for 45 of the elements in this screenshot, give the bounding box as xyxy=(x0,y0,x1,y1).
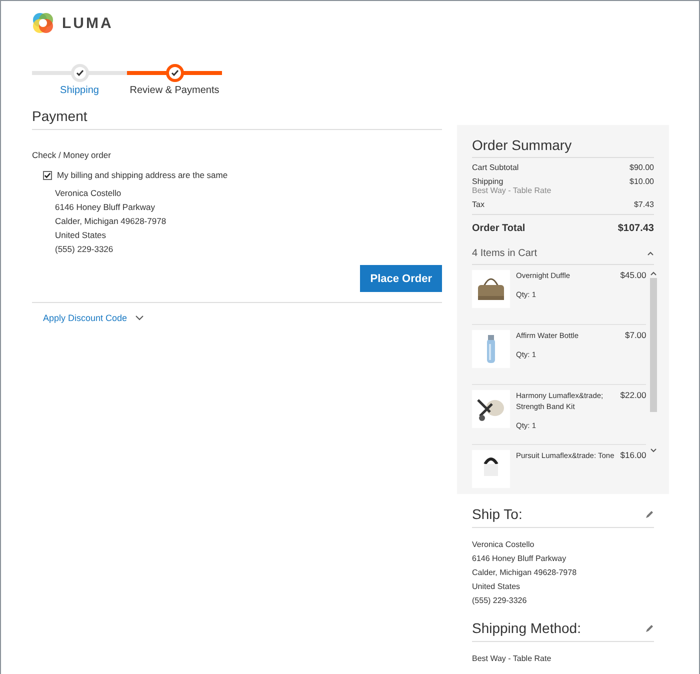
shipping-method-value: Best Way - Table Rate xyxy=(472,654,552,663)
total-label: Order Total xyxy=(472,223,526,234)
product-price: $16.00 xyxy=(620,450,646,462)
logo-icon xyxy=(32,12,54,34)
summary-value: $7.43 xyxy=(634,200,654,209)
address-line: (555) 229-3326 xyxy=(55,243,114,256)
address-line: United States xyxy=(55,229,108,242)
address-line: Calder, Michigan 49628-7978 xyxy=(472,567,578,579)
step-label: Review & Payments xyxy=(130,85,220,96)
summary-label: Shipping xyxy=(472,177,504,186)
summary-label: Tax xyxy=(472,200,484,209)
address-line: Calder, Michigan 49628-7978 xyxy=(55,215,168,228)
address-line: United States xyxy=(472,581,522,593)
address-line: 6146 Honey Bluff Parkway xyxy=(55,201,156,214)
address-line: Veronica Costello xyxy=(472,539,536,551)
section-title: Payment xyxy=(32,108,442,130)
summary-sublabel: Best Way - Table Rate xyxy=(472,186,552,195)
summary-label: Cart Subtotal xyxy=(472,163,519,172)
place-order-button[interactable]: Place Order xyxy=(360,265,442,292)
product-price: $7.00 xyxy=(624,330,646,342)
pencil-icon[interactable] xyxy=(645,510,654,518)
discount-link[interactable]: Apply Discount Code xyxy=(43,313,128,323)
summary-value: $90.00 xyxy=(630,163,654,172)
summary-value: $10.00 xyxy=(630,177,654,188)
checkbox-label: My billing and shipping address are the same xyxy=(57,170,228,180)
address-line: 6146 Honey Bluff Parkway xyxy=(472,553,568,565)
scroll-up-icon[interactable] xyxy=(650,271,658,276)
scrollbar-thumb[interactable] xyxy=(650,278,658,412)
cart-title[interactable]: 4 Items in Cart xyxy=(472,248,538,259)
payment-method-label: Check / Money order xyxy=(32,150,112,160)
panel-title: Order Summary xyxy=(472,137,654,158)
scroll-down-icon[interactable] xyxy=(650,448,658,453)
section-title: Ship To: xyxy=(472,506,522,522)
product-price: $45.00 xyxy=(620,270,646,282)
address-line: (555) 229-3326 xyxy=(472,595,528,607)
total-value: $107.43 xyxy=(618,223,654,234)
step-label[interactable]: Shipping xyxy=(60,85,99,96)
checkbox[interactable] xyxy=(43,170,52,180)
chevron-up-icon[interactable] xyxy=(647,251,654,256)
address-line: Veronica Costello xyxy=(55,187,122,200)
logo-text: LUMA xyxy=(62,14,114,32)
section-title: Shipping Method: xyxy=(472,620,581,636)
pencil-icon[interactable] xyxy=(645,624,654,632)
chevron-down-icon[interactable] xyxy=(135,315,144,321)
product-price: $22.00 xyxy=(620,390,646,402)
